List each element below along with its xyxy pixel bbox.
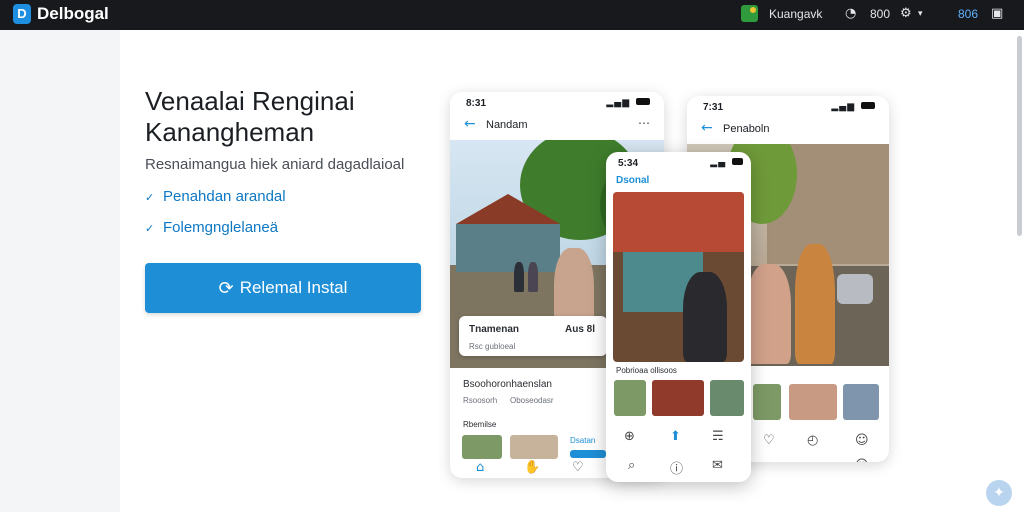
place-name: Tnamenan [469,324,520,335]
back-arrow-icon[interactable]: ← [464,116,476,132]
section-title: Bsoohoronhaenslan [463,379,552,390]
signal-icon: ▂▄▆ [606,98,650,108]
meta-text: Oboseodasr [510,396,554,405]
status-time: 8:31 [466,98,487,109]
feature-item: ✓ Penahdan arandal [145,188,286,205]
feature-item: ✓ Folemgnglelaneä [145,219,278,236]
feature-label: Penahdan arandal [163,188,286,205]
screen-title: Dsonal [616,175,650,186]
notification-count[interactable]: 800 [870,7,890,21]
app-logo-icon[interactable]: D [13,4,31,24]
hero-title: Venaalai Renginai Kanangheman [145,86,355,147]
place-caption: Rsc gubloeal [469,342,516,351]
country-flag-icon[interactable] [741,5,758,22]
settings-icon[interactable]: ⚙ [900,6,912,21]
hand-icon[interactable]: ✋ [524,460,540,475]
photo-thumbnail[interactable] [652,380,704,416]
assistant-icon[interactable]: ✦ [986,480,1012,506]
shop-photo [613,192,744,362]
signal-icon: ▂▄▆ [831,102,875,112]
photo-thumbnail[interactable] [753,384,781,420]
upload-icon[interactable]: ⬆ [670,429,681,444]
signal-icon: ▂▄ [710,158,743,168]
photo-caption: Pobrioaa ollisoos [616,366,677,375]
install-button-label: Relemal Instal [239,278,348,297]
place-card[interactable]: Tnamenan Aus 8l Rsc gubloeal [459,316,607,356]
photo-thumbnail[interactable] [614,380,646,416]
status-code[interactable]: 806 [958,7,978,21]
search-icon[interactable]: ⌕ [628,458,635,473]
photo-thumbnail[interactable] [710,380,744,416]
back-arrow-icon[interactable]: ← [701,120,713,136]
progress-chip [570,450,606,458]
place-price: Aus 8l [565,324,596,335]
screen-title: Nandam [486,119,528,131]
heart-icon[interactable]: ♡ [763,433,775,448]
phone-middle: 5:34 ▂▄ Dsonal Pobrioaa ollisoos ⊕ ⬆ ☴ ⌕… [606,152,751,482]
search-icon[interactable]: ⌕ [763,458,770,462]
add-icon[interactable]: ⊕ [624,429,635,444]
check-icon: ✓ [145,222,155,235]
meta-text: Rsoosorh [463,396,498,405]
link-icon[interactable]: ☴ [712,429,724,444]
scrollbar[interactable] [1017,36,1022,236]
photo-thumbnail[interactable] [510,435,558,459]
home-icon[interactable]: ⌂ [476,460,484,475]
screen-title: Penaboln [723,123,770,135]
info-icon[interactable]: ⓘ [807,458,820,462]
more-icon[interactable]: ⋯ [638,116,650,130]
list-label: Rbemilse [463,420,497,429]
hero-subtitle: Resnaimangua hiek aniard dagadlaioal [145,156,405,173]
photo-thumbnail[interactable] [789,384,837,420]
status-time: 5:34 [618,158,639,169]
list-chip[interactable]: Dsatan [570,436,595,445]
photo-thumbnail[interactable] [462,435,502,459]
profile-icon[interactable]: ☺ [855,433,869,448]
check-icon: ✓ [145,191,155,204]
photo-thumbnail[interactable] [843,384,879,420]
install-button[interactable]: ⟳ Relemal Instal [145,263,421,313]
top-bar: D Delbogal Kuangavk ◔ 800 ⚙ ▾ 806 ▣ [0,0,1024,30]
help-icon[interactable]: ◔ [845,6,856,21]
info-icon[interactable]: ⓘ [670,458,683,477]
status-time: 7:31 [703,102,724,113]
refresh-icon: ⟳ [218,277,234,299]
user-name[interactable]: Kuangavk [769,7,822,21]
window-icon[interactable]: ▣ [991,6,1003,21]
feature-label: Folemgnglelaneä [163,219,279,236]
chat-icon[interactable]: ✉ [712,458,723,473]
caret-icon[interactable]: ▾ [918,8,923,19]
profile-icon[interactable]: ☺ [855,458,869,462]
brand-name[interactable]: Delbogal [37,4,109,24]
clock-icon[interactable]: ◴ [807,433,818,448]
heart-icon[interactable]: ♡ [572,460,584,475]
